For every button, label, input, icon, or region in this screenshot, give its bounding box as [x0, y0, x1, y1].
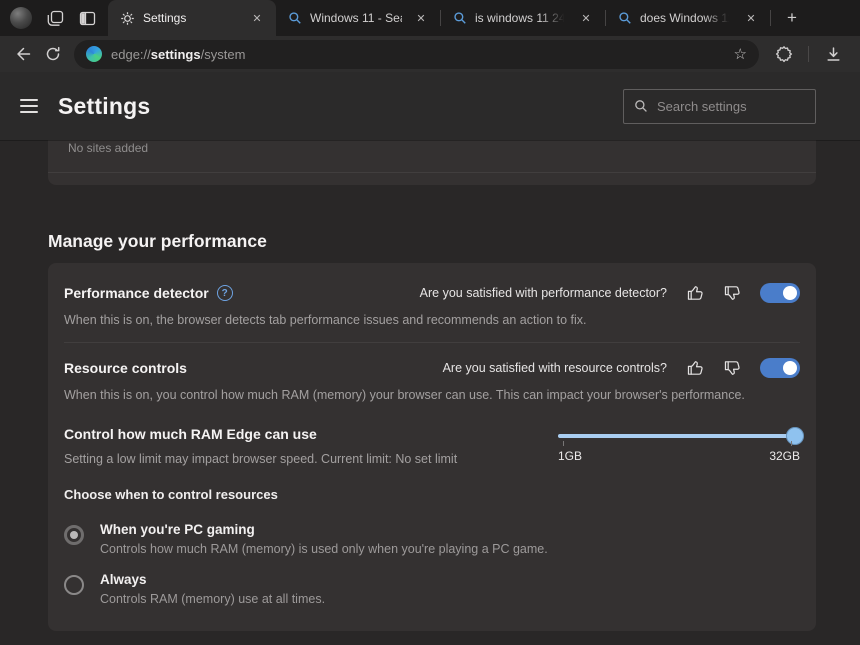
search-icon	[618, 11, 632, 25]
search-icon	[453, 11, 467, 25]
url-text[interactable]: edge://settings/system	[111, 47, 725, 62]
url-host: settings	[151, 47, 201, 62]
close-icon[interactable]: ✕	[575, 7, 597, 29]
feedback-question: Are you satisfied with performance detec…	[420, 286, 667, 300]
tab-label: Windows 11 - Search	[310, 11, 402, 25]
radio-option-pc-gaming[interactable]: When you're PC gaming Controls how much …	[64, 515, 800, 565]
ram-slider: 1GB 32GB	[558, 426, 800, 467]
feedback-question: Are you satisfied with resource controls…	[443, 361, 667, 375]
thumbs-up-icon[interactable]	[686, 359, 704, 377]
close-icon[interactable]: ✕	[246, 7, 268, 29]
download-icon	[825, 46, 842, 63]
url-scheme: edge://	[111, 47, 151, 62]
thumbs-down-icon[interactable]	[723, 359, 741, 377]
section-heading: Manage your performance	[48, 231, 816, 252]
help-icon[interactable]: ?	[217, 285, 233, 301]
radio-label: When you're PC gaming	[100, 522, 548, 537]
back-arrow-icon	[14, 45, 32, 63]
close-icon[interactable]: ✕	[410, 7, 432, 29]
sites-card-footer	[48, 172, 816, 185]
ram-slider-ticks	[558, 438, 800, 446]
url-path: /system	[201, 47, 246, 62]
close-icon[interactable]: ✕	[740, 7, 762, 29]
gear-icon	[120, 11, 135, 26]
thumbs-up-icon[interactable]	[686, 284, 704, 302]
tabbar-left-controls	[0, 0, 108, 36]
tab-actions-icon[interactable]	[79, 10, 96, 27]
address-bar[interactable]: edge://settings/system ☆	[74, 40, 759, 69]
tab-label: is windows 11 24h2 sa	[475, 11, 567, 25]
sites-card: No sites added	[48, 140, 816, 185]
performance-detector-toggle[interactable]	[760, 283, 800, 303]
slider-max-label: 32GB	[769, 449, 800, 463]
radio-button[interactable]	[64, 575, 84, 595]
edge-logo-icon	[86, 46, 102, 62]
ram-limit-row: Control how much RAM Edge can use Settin…	[64, 415, 800, 473]
browser-toolbar: edge://settings/system ☆	[0, 36, 860, 72]
radio-description: Controls how much RAM (memory) is used o…	[100, 542, 548, 556]
search-icon	[288, 11, 302, 25]
resource-controls-toggle[interactable]	[760, 358, 800, 378]
radio-option-always[interactable]: Always Controls RAM (memory) use at all …	[64, 565, 800, 615]
refresh-icon	[45, 46, 61, 62]
no-sites-text: No sites added	[48, 140, 816, 155]
downloads-button[interactable]	[818, 40, 848, 68]
radio-description: Controls RAM (memory) use at all times.	[100, 592, 325, 606]
performance-detector-row: Performance detector ? Are you satisfied…	[64, 263, 800, 343]
slider-min-label: 1GB	[558, 449, 582, 463]
back-button[interactable]	[8, 40, 38, 68]
browser-essentials-button[interactable]	[769, 40, 799, 68]
resource-controls-row: Resource controls Are you satisfied with…	[64, 343, 800, 414]
settings-search[interactable]	[623, 89, 816, 124]
resource-controls-description: When this is on, you control how much RA…	[64, 387, 800, 403]
browser-essentials-icon	[775, 45, 793, 63]
settings-header: Settings	[0, 72, 860, 140]
search-input[interactable]	[657, 99, 805, 114]
tab-separator	[770, 10, 771, 26]
menu-icon[interactable]	[20, 99, 38, 113]
thumbs-down-icon[interactable]	[723, 284, 741, 302]
profile-avatar[interactable]	[10, 7, 32, 29]
tab-label: Settings	[143, 11, 238, 25]
refresh-button[interactable]	[38, 40, 68, 68]
workspaces-icon[interactable]	[47, 10, 64, 27]
radio-label: Always	[100, 572, 325, 587]
new-tab-button[interactable]: +	[777, 5, 807, 31]
ram-limit-description: Setting a low limit may impact browser s…	[64, 451, 457, 467]
tab-label: does Windows 11 24H	[640, 11, 732, 25]
ram-limit-title: Control how much RAM Edge can use	[64, 426, 457, 442]
settings-content: No sites added Manage your performance P…	[0, 140, 860, 631]
radio-button[interactable]	[64, 525, 84, 545]
tab-settings[interactable]: Settings ✕	[108, 0, 276, 36]
toolbar-separator	[808, 46, 809, 62]
tab-windows-11-search[interactable]: Windows 11 - Search ✕	[276, 0, 440, 36]
performance-card: Performance detector ? Are you satisfied…	[48, 263, 816, 631]
browser-tab-strip: Settings ✕ Windows 11 - Search ✕ is wind…	[0, 0, 860, 36]
tab-does-windows-11-24h[interactable]: does Windows 11 24H ✕	[606, 0, 770, 36]
performance-detector-description: When this is on, the browser detects tab…	[64, 312, 800, 328]
favorite-star-icon[interactable]: ☆	[734, 45, 747, 63]
resource-controls-title: Resource controls	[64, 360, 187, 376]
page-title: Settings	[58, 93, 150, 120]
search-icon	[634, 99, 648, 113]
tab-is-windows-11-24h2[interactable]: is windows 11 24h2 sa ✕	[441, 0, 605, 36]
choose-when-title: Choose when to control resources	[64, 487, 800, 502]
performance-detector-title: Performance detector	[64, 285, 209, 301]
